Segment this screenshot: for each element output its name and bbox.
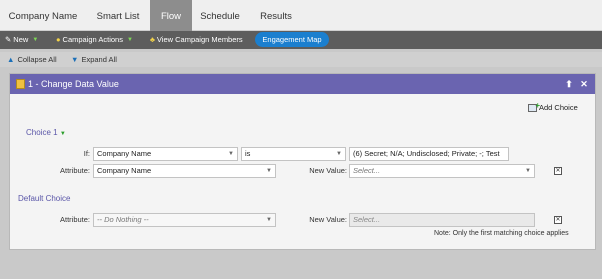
collapse-bar: ▲ Collapse All ▼ Expand All (0, 52, 602, 67)
new-icon: ✎ (5, 35, 12, 44)
tab-bar: Company Name Smart List Flow Schedule Re… (0, 0, 602, 31)
if-field-value: Company Name (97, 149, 152, 158)
operator-select[interactable]: is ▼ (241, 147, 346, 161)
lightbulb-icon: ● (56, 35, 61, 44)
delete-choice-icon[interactable]: ✕ (554, 167, 562, 175)
default-attribute-label: Attribute: (59, 215, 90, 224)
change-data-value-icon (16, 79, 25, 89)
attribute-label: Attribute: (59, 166, 90, 175)
chevron-down-icon: ▼ (266, 168, 272, 174)
delete-default-choice-icon[interactable]: ✕ (554, 216, 562, 224)
add-choice-label: Add Choice (539, 103, 578, 112)
tab-company-name[interactable]: Company Name (0, 0, 86, 31)
move-up-icon[interactable]: ⬆ (563, 78, 575, 90)
expand-all-button[interactable]: ▼ Expand All (71, 52, 117, 67)
if-field-select[interactable]: Company Name ▼ (93, 147, 238, 161)
engagement-map-button[interactable]: Engagement Map (255, 32, 329, 47)
flow-step-header[interactable]: 1 - Change Data Value ⬆ ✕ (10, 74, 595, 94)
members-icon: ♣ (150, 35, 155, 44)
campaign-actions-label: Campaign Actions (62, 35, 123, 44)
chevron-down-icon: ▼ (266, 217, 272, 223)
view-campaign-members-button[interactable]: ♣ View Campaign Members (150, 31, 243, 49)
tab-results[interactable]: Results (248, 0, 304, 31)
default-attribute-value: -- Do Nothing -- (97, 215, 149, 224)
operator-value: is (245, 149, 251, 158)
condition-values-input[interactable]: (6) Secret; N/A; Undisclosed; Private; -… (349, 147, 509, 161)
new-value-select[interactable]: Select... ▼ (349, 164, 535, 178)
chevron-down-icon: ▼ (336, 151, 342, 157)
choice-1-toggle[interactable]: Choice 1 ▼ (26, 128, 66, 137)
view-members-label: View Campaign Members (156, 35, 243, 44)
new-menu-button[interactable]: ✎ New ▼ (5, 31, 38, 49)
add-choice-button[interactable]: Add Choice (528, 101, 578, 112)
tab-smart-list[interactable]: Smart List (86, 0, 150, 31)
chevron-down-icon: ▼ (32, 37, 39, 43)
add-choice-icon (528, 101, 540, 112)
new-label: New (13, 35, 29, 44)
default-new-value-input[interactable]: Select... (349, 213, 535, 227)
close-icon[interactable]: ✕ (578, 78, 590, 90)
chevron-down-icon: ▼ (59, 131, 66, 137)
flow-step-panel: 1 - Change Data Value ⬆ ✕ Add Choice Cho… (9, 73, 596, 250)
flow-step-title: 1 - Change Data Value (28, 79, 119, 89)
chevron-down-icon: ▼ (525, 168, 531, 174)
choice-note: Note: Only the first matching choice app… (434, 230, 569, 237)
default-choice-label: Default Choice (18, 194, 71, 203)
collapse-all-button[interactable]: ▲ Collapse All (7, 52, 57, 67)
tab-schedule[interactable]: Schedule (192, 0, 248, 31)
new-value-placeholder: Select... (353, 166, 381, 175)
collapse-icon: ▲ (7, 55, 15, 64)
default-new-value-label: New Value: (309, 215, 347, 224)
if-label: If: (83, 149, 90, 158)
tab-flow[interactable]: Flow (150, 0, 192, 31)
attribute-select[interactable]: Company Name ▼ (93, 164, 276, 178)
chevron-down-icon: ▼ (228, 151, 234, 157)
campaign-actions-button[interactable]: ● Campaign Actions ▼ (56, 31, 133, 49)
default-attribute-select[interactable]: -- Do Nothing -- ▼ (93, 213, 276, 227)
expand-icon: ▼ (71, 55, 79, 64)
collapse-all-label: Collapse All (17, 55, 57, 64)
new-value-label: New Value: (309, 166, 347, 175)
expand-all-label: Expand All (81, 55, 117, 64)
attribute-value: Company Name (97, 166, 152, 175)
choice-1-label: Choice 1 (26, 128, 58, 137)
chevron-down-icon: ▼ (126, 37, 133, 43)
